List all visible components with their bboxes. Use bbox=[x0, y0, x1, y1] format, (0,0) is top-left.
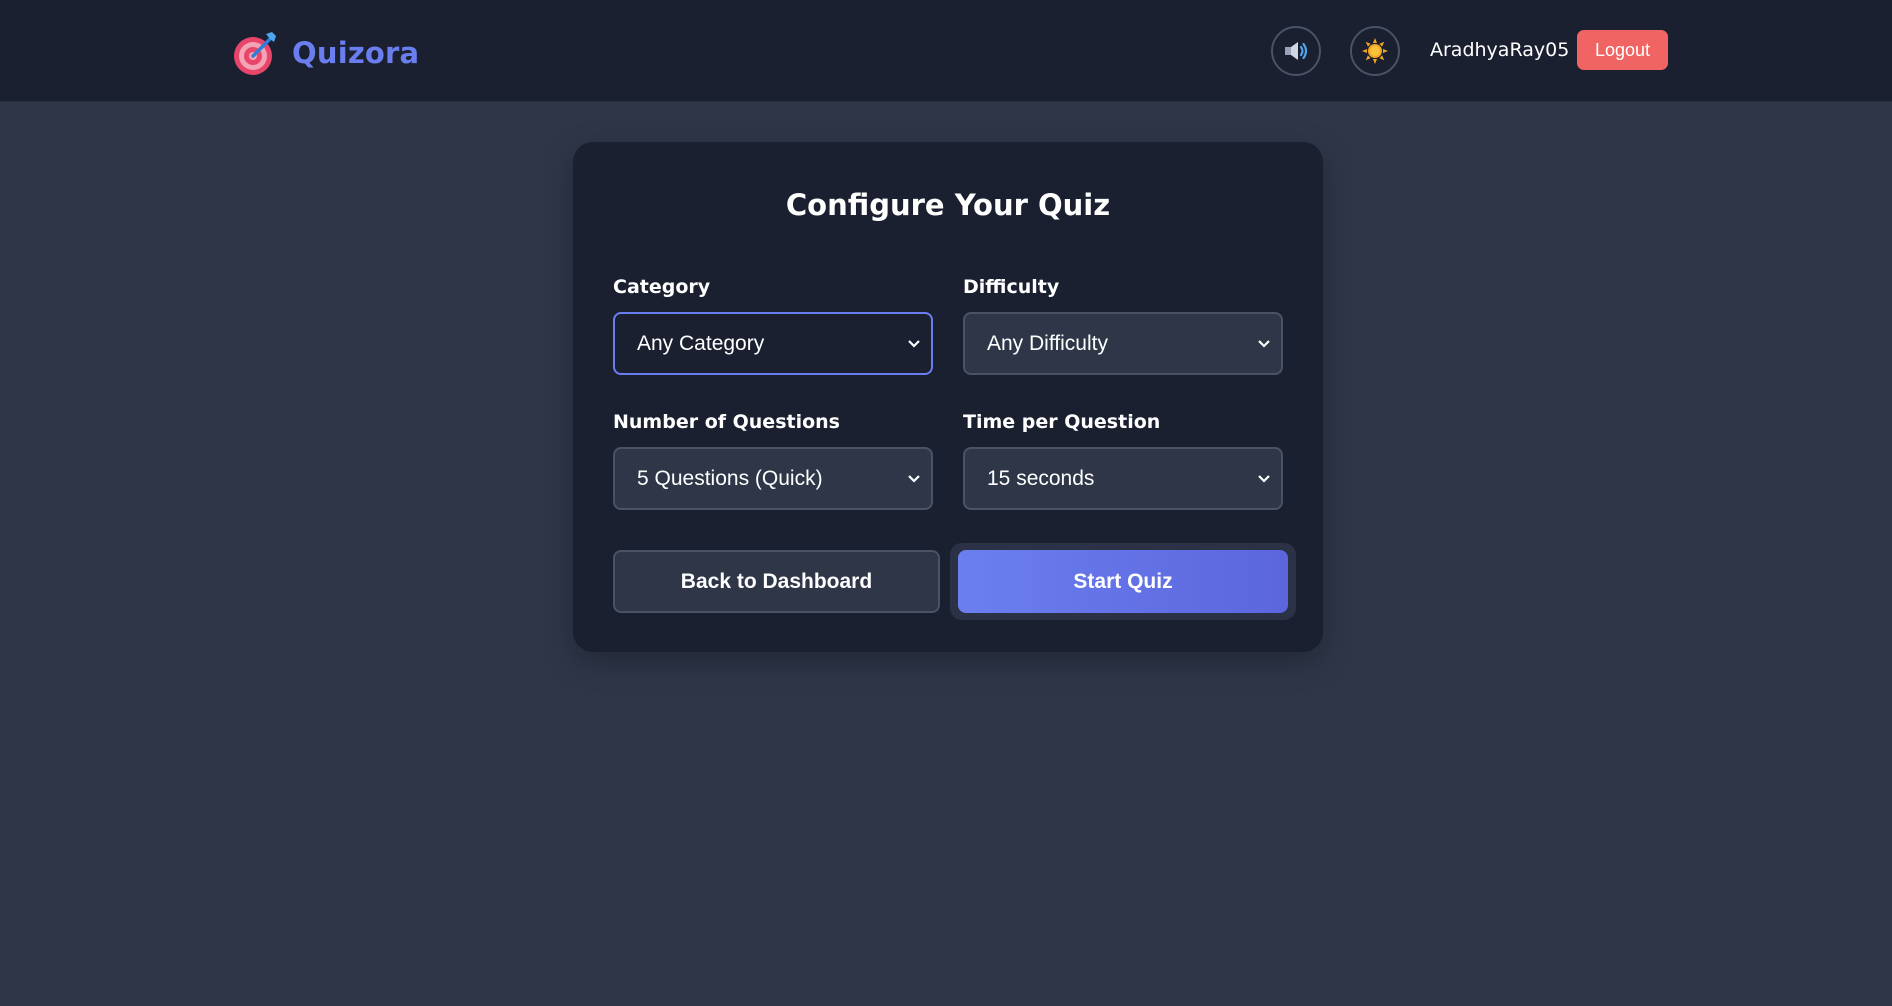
time-per-question-select[interactable]: 15 seconds bbox=[963, 447, 1283, 510]
category-select-value: Any Category bbox=[637, 331, 765, 355]
difficulty-select-value: Any Difficulty bbox=[987, 331, 1108, 355]
chevron-down-icon bbox=[1258, 339, 1270, 348]
logout-button[interactable]: Logout bbox=[1577, 30, 1668, 70]
chevron-down-icon bbox=[908, 339, 920, 348]
chevron-down-icon bbox=[1258, 474, 1270, 483]
start-quiz-button[interactable]: Start Quiz bbox=[958, 550, 1288, 613]
num-questions-label: Number of Questions bbox=[613, 411, 840, 433]
brand[interactable]: Quizora bbox=[232, 30, 419, 76]
time-per-question-label: Time per Question bbox=[963, 411, 1161, 433]
difficulty-select[interactable]: Any Difficulty bbox=[963, 312, 1283, 375]
time-per-question-select-value: 15 seconds bbox=[987, 466, 1095, 490]
category-label: Category bbox=[613, 276, 711, 298]
brand-name: Quizora bbox=[292, 36, 420, 70]
sound-toggle-button[interactable] bbox=[1271, 26, 1321, 76]
quiz-config-card: Configure Your Quiz Category Any Categor… bbox=[573, 142, 1323, 652]
num-questions-select[interactable]: 5 Questions (Quick) bbox=[613, 447, 933, 510]
sun-icon bbox=[1362, 38, 1388, 64]
difficulty-label: Difficulty bbox=[963, 276, 1060, 298]
back-to-dashboard-button[interactable]: Back to Dashboard bbox=[613, 550, 940, 613]
speaker-icon bbox=[1285, 42, 1308, 60]
top-header: Quizora AradhyaRay05 Logout bbox=[0, 0, 1892, 102]
target-dart-icon bbox=[234, 32, 276, 75]
num-questions-select-value: 5 Questions (Quick) bbox=[637, 466, 823, 490]
page-title: Configure Your Quiz bbox=[785, 188, 1111, 222]
username: AradhyaRay05 bbox=[1430, 39, 1570, 61]
category-select[interactable]: Any Category bbox=[613, 312, 933, 375]
theme-toggle-button[interactable] bbox=[1350, 26, 1400, 76]
chevron-down-icon bbox=[908, 474, 920, 483]
